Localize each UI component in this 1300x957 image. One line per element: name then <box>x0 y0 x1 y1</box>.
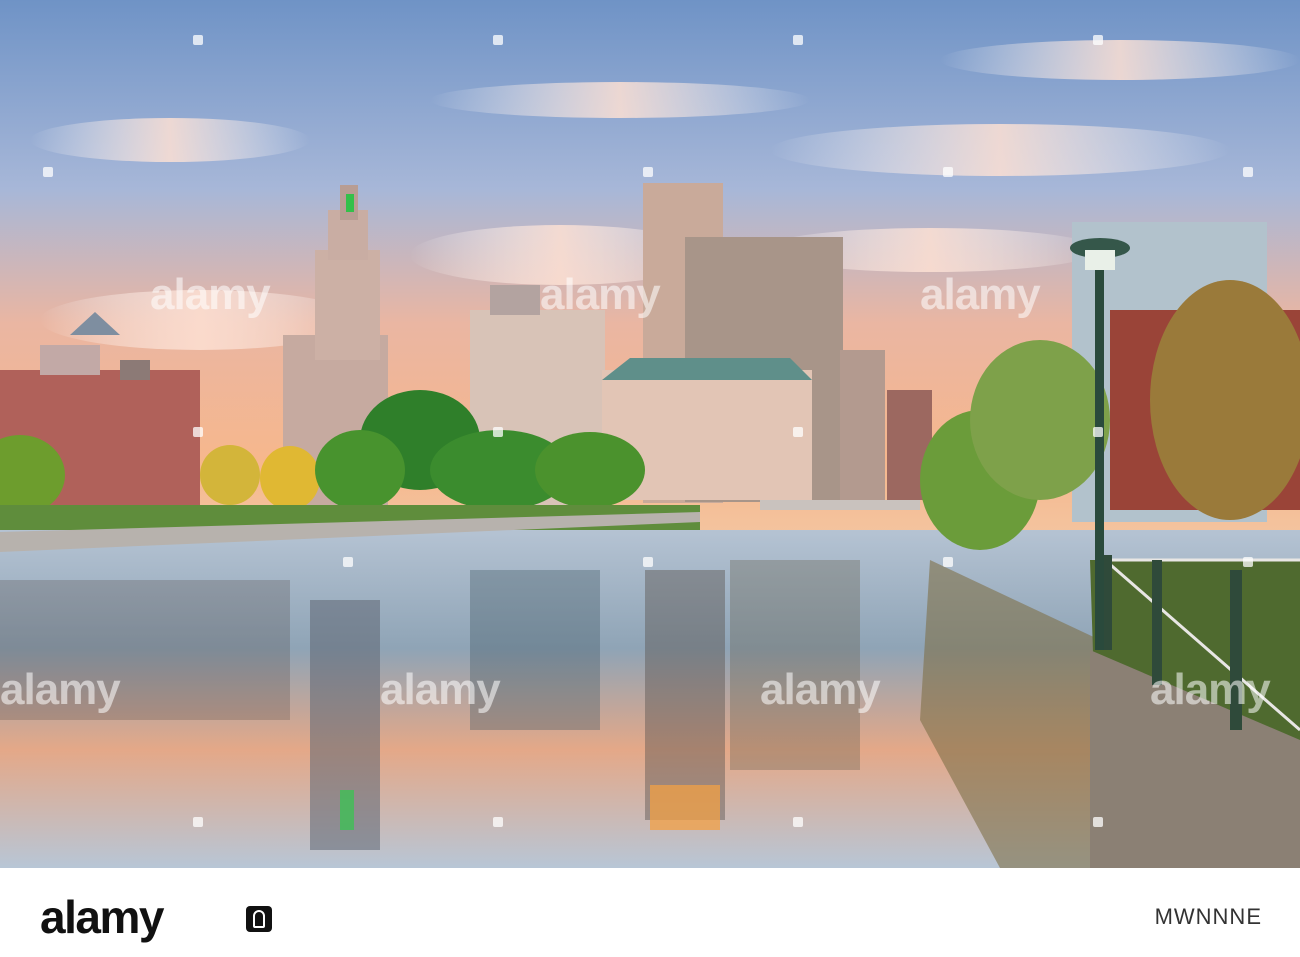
image-id: MWNNNE <box>1154 904 1262 929</box>
footer-logo[interactable]: alamy <box>40 890 164 944</box>
image-stage: alamy alamy alamy alamy alamy alamy alam… <box>0 0 1300 957</box>
footer-bar: alamy MWNNNE <box>0 868 1300 957</box>
image-id-block: MWNNNE <box>1155 904 1262 930</box>
logo-badge-icon <box>246 906 272 932</box>
